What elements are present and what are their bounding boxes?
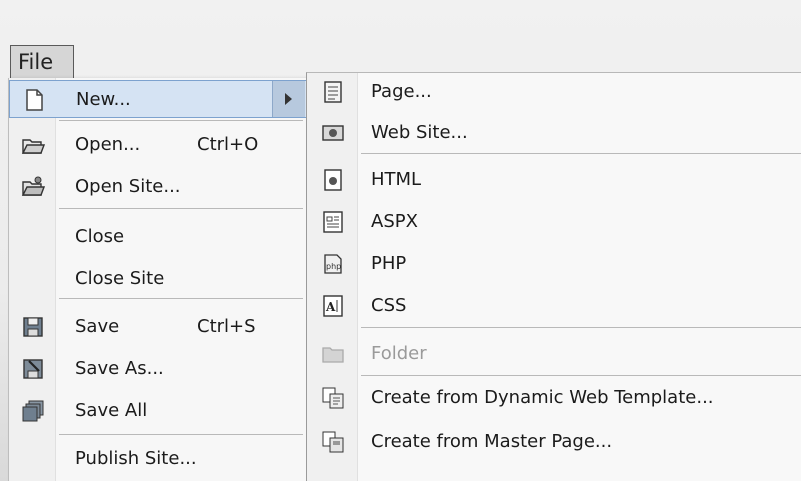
menu-item-open[interactable]: Open... Ctrl+O (9, 126, 307, 164)
page-icon (321, 80, 345, 104)
menu-item-label: Create from Master Page... (371, 431, 613, 452)
menu-item-label: New... (76, 89, 131, 110)
php-icon: php (321, 252, 345, 276)
submenu-item-php[interactable]: php PHP (307, 245, 801, 283)
file-menu-button[interactable]: File (10, 45, 74, 79)
folder-icon (321, 342, 345, 366)
menu-item-label: Publish Site... (75, 448, 197, 469)
open-site-icon (21, 175, 45, 199)
menu-item-label: HTML (371, 169, 422, 190)
menu-item-label: Folder (371, 343, 427, 364)
web-site-icon (321, 121, 345, 145)
master-page-icon (321, 430, 345, 454)
menu-item-label: Create from Dynamic Web Template... (371, 387, 714, 408)
menu-item-close[interactable]: Close (9, 218, 307, 256)
menu-separator (59, 120, 303, 121)
submenu-item-page[interactable]: Page... (307, 73, 801, 111)
menu-item-label: ASPX (371, 211, 418, 232)
menu-separator (59, 208, 303, 209)
menu-item-label: Open... (75, 134, 141, 155)
menu-item-label: Close Site (75, 268, 165, 289)
aspx-icon (321, 210, 345, 234)
menu-item-open-site[interactable]: Open Site... (9, 168, 307, 206)
menu-item-label: CSS (371, 295, 407, 316)
menu-item-label: PHP (371, 253, 407, 274)
save-icon (21, 315, 45, 339)
css-icon: A (321, 294, 345, 318)
submenu-item-web-site[interactable]: Web Site... (307, 114, 801, 152)
menu-item-save-as[interactable]: Save As... (9, 350, 307, 388)
submenu-item-html[interactable]: HTML (307, 161, 801, 199)
submenu-item-folder[interactable]: Folder (307, 335, 801, 373)
menu-item-label: Save As... (75, 358, 164, 379)
menu-item-publish-site[interactable]: Publish Site... (9, 440, 307, 478)
submenu-item-css[interactable]: A CSS (307, 287, 801, 325)
svg-text:php: php (326, 262, 341, 271)
open-folder-icon (21, 133, 45, 157)
submenu-item-master-page[interactable]: Create from Master Page... (307, 423, 801, 461)
menu-item-label: Open Site... (75, 176, 181, 197)
menu-separator (59, 434, 303, 435)
menu-item-label: Save (75, 316, 120, 337)
menu-item-close-site[interactable]: Close Site (9, 260, 307, 298)
file-menu: New... Open... Ctrl+O Open Site... Close… (8, 78, 308, 481)
dynamic-template-icon (321, 386, 345, 410)
menu-separator (59, 298, 303, 299)
new-document-icon (22, 88, 46, 112)
svg-text:A: A (325, 300, 336, 314)
submenu-arrow-icon (285, 93, 292, 105)
submenu-arrow-box (272, 81, 305, 117)
menu-separator (361, 375, 801, 376)
new-submenu: Page... Web Site... HTML ASPX php PHP A … (306, 72, 801, 481)
html-icon (321, 168, 345, 192)
menu-item-label: Page... (371, 81, 432, 102)
menu-item-save-all[interactable]: Save All (9, 392, 307, 430)
menu-item-shortcut: Ctrl+O (197, 134, 259, 155)
menu-item-new[interactable]: New... (9, 80, 307, 118)
submenu-item-dynamic-web-template[interactable]: Create from Dynamic Web Template... (307, 379, 801, 417)
save-as-icon (21, 357, 45, 381)
menu-item-label: Close (75, 226, 125, 247)
menu-separator (361, 153, 801, 154)
save-all-icon (21, 399, 45, 423)
menu-item-save[interactable]: Save Ctrl+S (9, 308, 307, 346)
menu-item-label: Web Site... (371, 122, 468, 143)
menu-separator (361, 327, 801, 328)
menu-item-label: Save All (75, 400, 148, 421)
submenu-item-aspx[interactable]: ASPX (307, 203, 801, 241)
menu-item-shortcut: Ctrl+S (197, 316, 256, 337)
